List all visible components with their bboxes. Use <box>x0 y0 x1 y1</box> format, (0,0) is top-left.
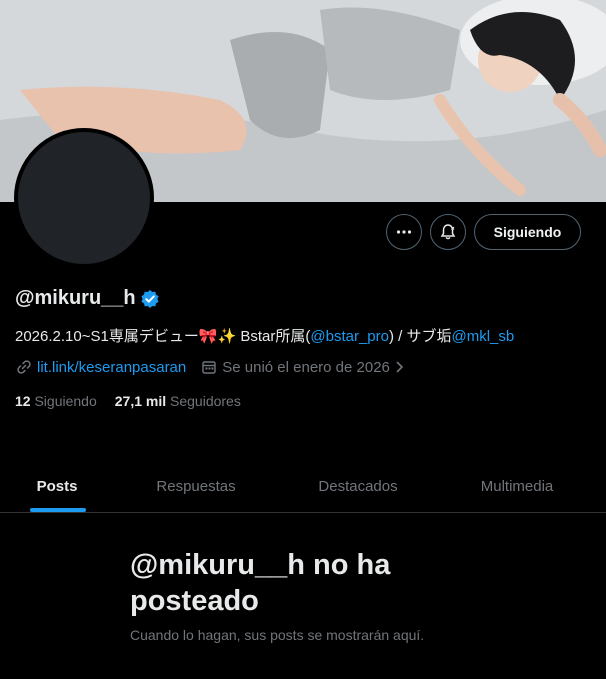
bio-text: 2026.2.10~S1専属デビュー🎀✨ Bstar所属( <box>15 328 311 345</box>
bell-icon <box>440 224 456 240</box>
tab-respuestas[interactable]: Respuestas <box>140 460 252 512</box>
notifications-button[interactable] <box>430 214 466 250</box>
followers-stat[interactable]: 27,1 mil Seguidores <box>115 393 241 409</box>
profile-bio: 2026.2.10~S1専属デビュー🎀✨ Bstar所属(@bstar_pro)… <box>15 325 514 346</box>
following-button[interactable]: Siguiendo <box>474 214 581 250</box>
tab-multimedia-label: Multimedia <box>480 477 554 495</box>
empty-state-title: @mikuru__h no ha posteado <box>130 549 391 617</box>
profile-tabs: Posts Respuestas Destacados Multimedia <box>0 460 606 513</box>
profile-stats: 12 Siguiendo 27,1 mil Seguidores <box>15 393 241 409</box>
following-count: 12 <box>15 393 31 409</box>
profile-handle: @mikuru__h <box>15 287 160 310</box>
website-link[interactable]: lit.link/keseranpasaran <box>37 359 186 376</box>
bio-mention-sub[interactable]: @mkl_sb <box>451 328 514 345</box>
calendar-icon <box>202 361 216 374</box>
tab-destacados-label: Destacados <box>318 477 398 495</box>
tab-multimedia[interactable]: Multimedia <box>462 460 572 512</box>
joined-item[interactable]: Se unió el enero de 2026 <box>200 358 406 376</box>
chevron-right-icon <box>396 361 404 373</box>
tab-posts[interactable]: Posts <box>14 460 100 512</box>
followers-count: 27,1 mil <box>114 393 167 409</box>
profile-meta: lit.link/keseranpasaran Se unió el enero… <box>15 358 406 376</box>
handle-text: @mikuru__h <box>15 287 136 309</box>
tab-respuestas-label: Respuestas <box>156 477 236 495</box>
link-icon <box>17 360 31 374</box>
tab-posts-label: Posts <box>36 477 78 495</box>
verified-icon[interactable] <box>140 289 160 309</box>
bio-mention-bstar[interactable]: @bstar_pro <box>310 328 389 345</box>
followers-label: Seguidores <box>170 393 241 409</box>
tab-destacados[interactable]: Destacados <box>296 460 420 512</box>
more-icon <box>396 230 412 234</box>
bio-text-middle: ) / サブ垢 <box>388 328 452 345</box>
website-item[interactable]: lit.link/keseranpasaran <box>15 358 186 376</box>
following-label: Siguiendo <box>34 393 97 409</box>
more-button[interactable] <box>386 214 422 250</box>
joined-text: Se unió el enero de 2026 <box>222 358 390 376</box>
empty-state-subtitle: Cuando lo hagan, sus posts se mostrarán … <box>130 627 425 643</box>
active-tab-indicator <box>30 508 86 512</box>
following-stat[interactable]: 12 Siguiendo <box>15 393 97 409</box>
profile-avatar[interactable] <box>14 128 154 268</box>
